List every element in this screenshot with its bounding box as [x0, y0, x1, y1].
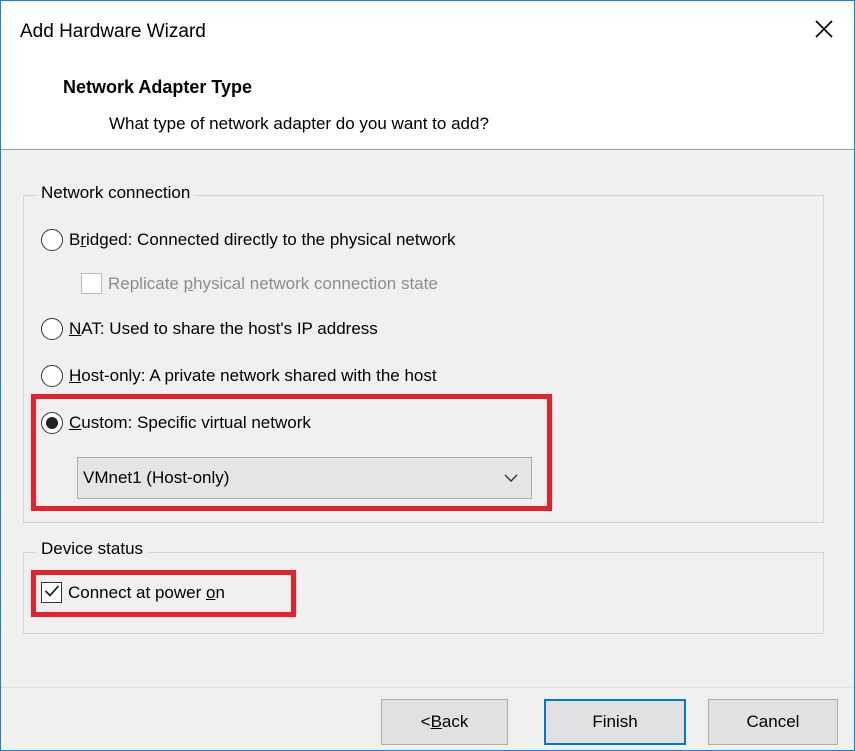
connect-power-on-checkbox[interactable]: Connect at power on [41, 582, 225, 603]
radio-custom-label: Custom: Specific virtual network [69, 413, 311, 432]
close-icon [814, 19, 834, 44]
checkbox-box-checked [41, 582, 62, 603]
checkmark-icon [44, 583, 60, 603]
connect-power-on-label: Connect at power on [68, 582, 225, 602]
radio-host-only[interactable]: Host-only: A private network shared with… [41, 365, 437, 387]
back-button[interactable]: < Back [381, 699, 508, 745]
device-status-legend: Device status [36, 539, 149, 559]
radio-circle-selected [41, 412, 63, 434]
finish-button[interactable]: Finish [544, 699, 686, 745]
footer-divider [1, 687, 854, 688]
network-connection-legend: Network connection [36, 183, 196, 203]
replicate-state-label: Replicate physical network connection st… [108, 273, 438, 293]
radio-custom[interactable]: Custom: Specific virtual network [41, 412, 311, 434]
radio-circle [41, 318, 63, 340]
wizard-window: Add Hardware Wizard Network Adapter Type… [0, 0, 855, 751]
radio-host-only-label: Host-only: A private network shared with… [69, 366, 437, 385]
radio-circle [41, 365, 63, 387]
radio-dot [46, 417, 58, 429]
custom-network-select[interactable]: VMnet1 (Host-only) [77, 457, 532, 499]
wizard-header: Network Adapter Type What type of networ… [1, 67, 854, 150]
radio-nat-label: NAT: Used to share the host's IP address [69, 319, 378, 338]
cancel-button[interactable]: Cancel [708, 699, 838, 745]
radio-bridged-label: Bridged: Connected directly to the physi… [69, 230, 456, 249]
page-title: Network Adapter Type [63, 77, 253, 97]
radio-bridged[interactable]: Bridged: Connected directly to the physi… [41, 229, 456, 251]
replicate-state-checkbox[interactable]: Replicate physical network connection st… [81, 273, 438, 294]
radio-circle [41, 229, 63, 251]
radio-nat[interactable]: NAT: Used to share the host's IP address [41, 318, 378, 340]
close-button[interactable] [794, 7, 854, 55]
custom-network-value: VMnet1 (Host-only) [83, 468, 230, 487]
page-subtitle: What type of network adapter do you want… [109, 114, 489, 133]
title-bar: Add Hardware Wizard [1, 1, 854, 67]
chevron-down-icon [491, 474, 531, 483]
checkbox-box [81, 273, 102, 294]
window-title: Add Hardware Wizard [20, 21, 206, 42]
